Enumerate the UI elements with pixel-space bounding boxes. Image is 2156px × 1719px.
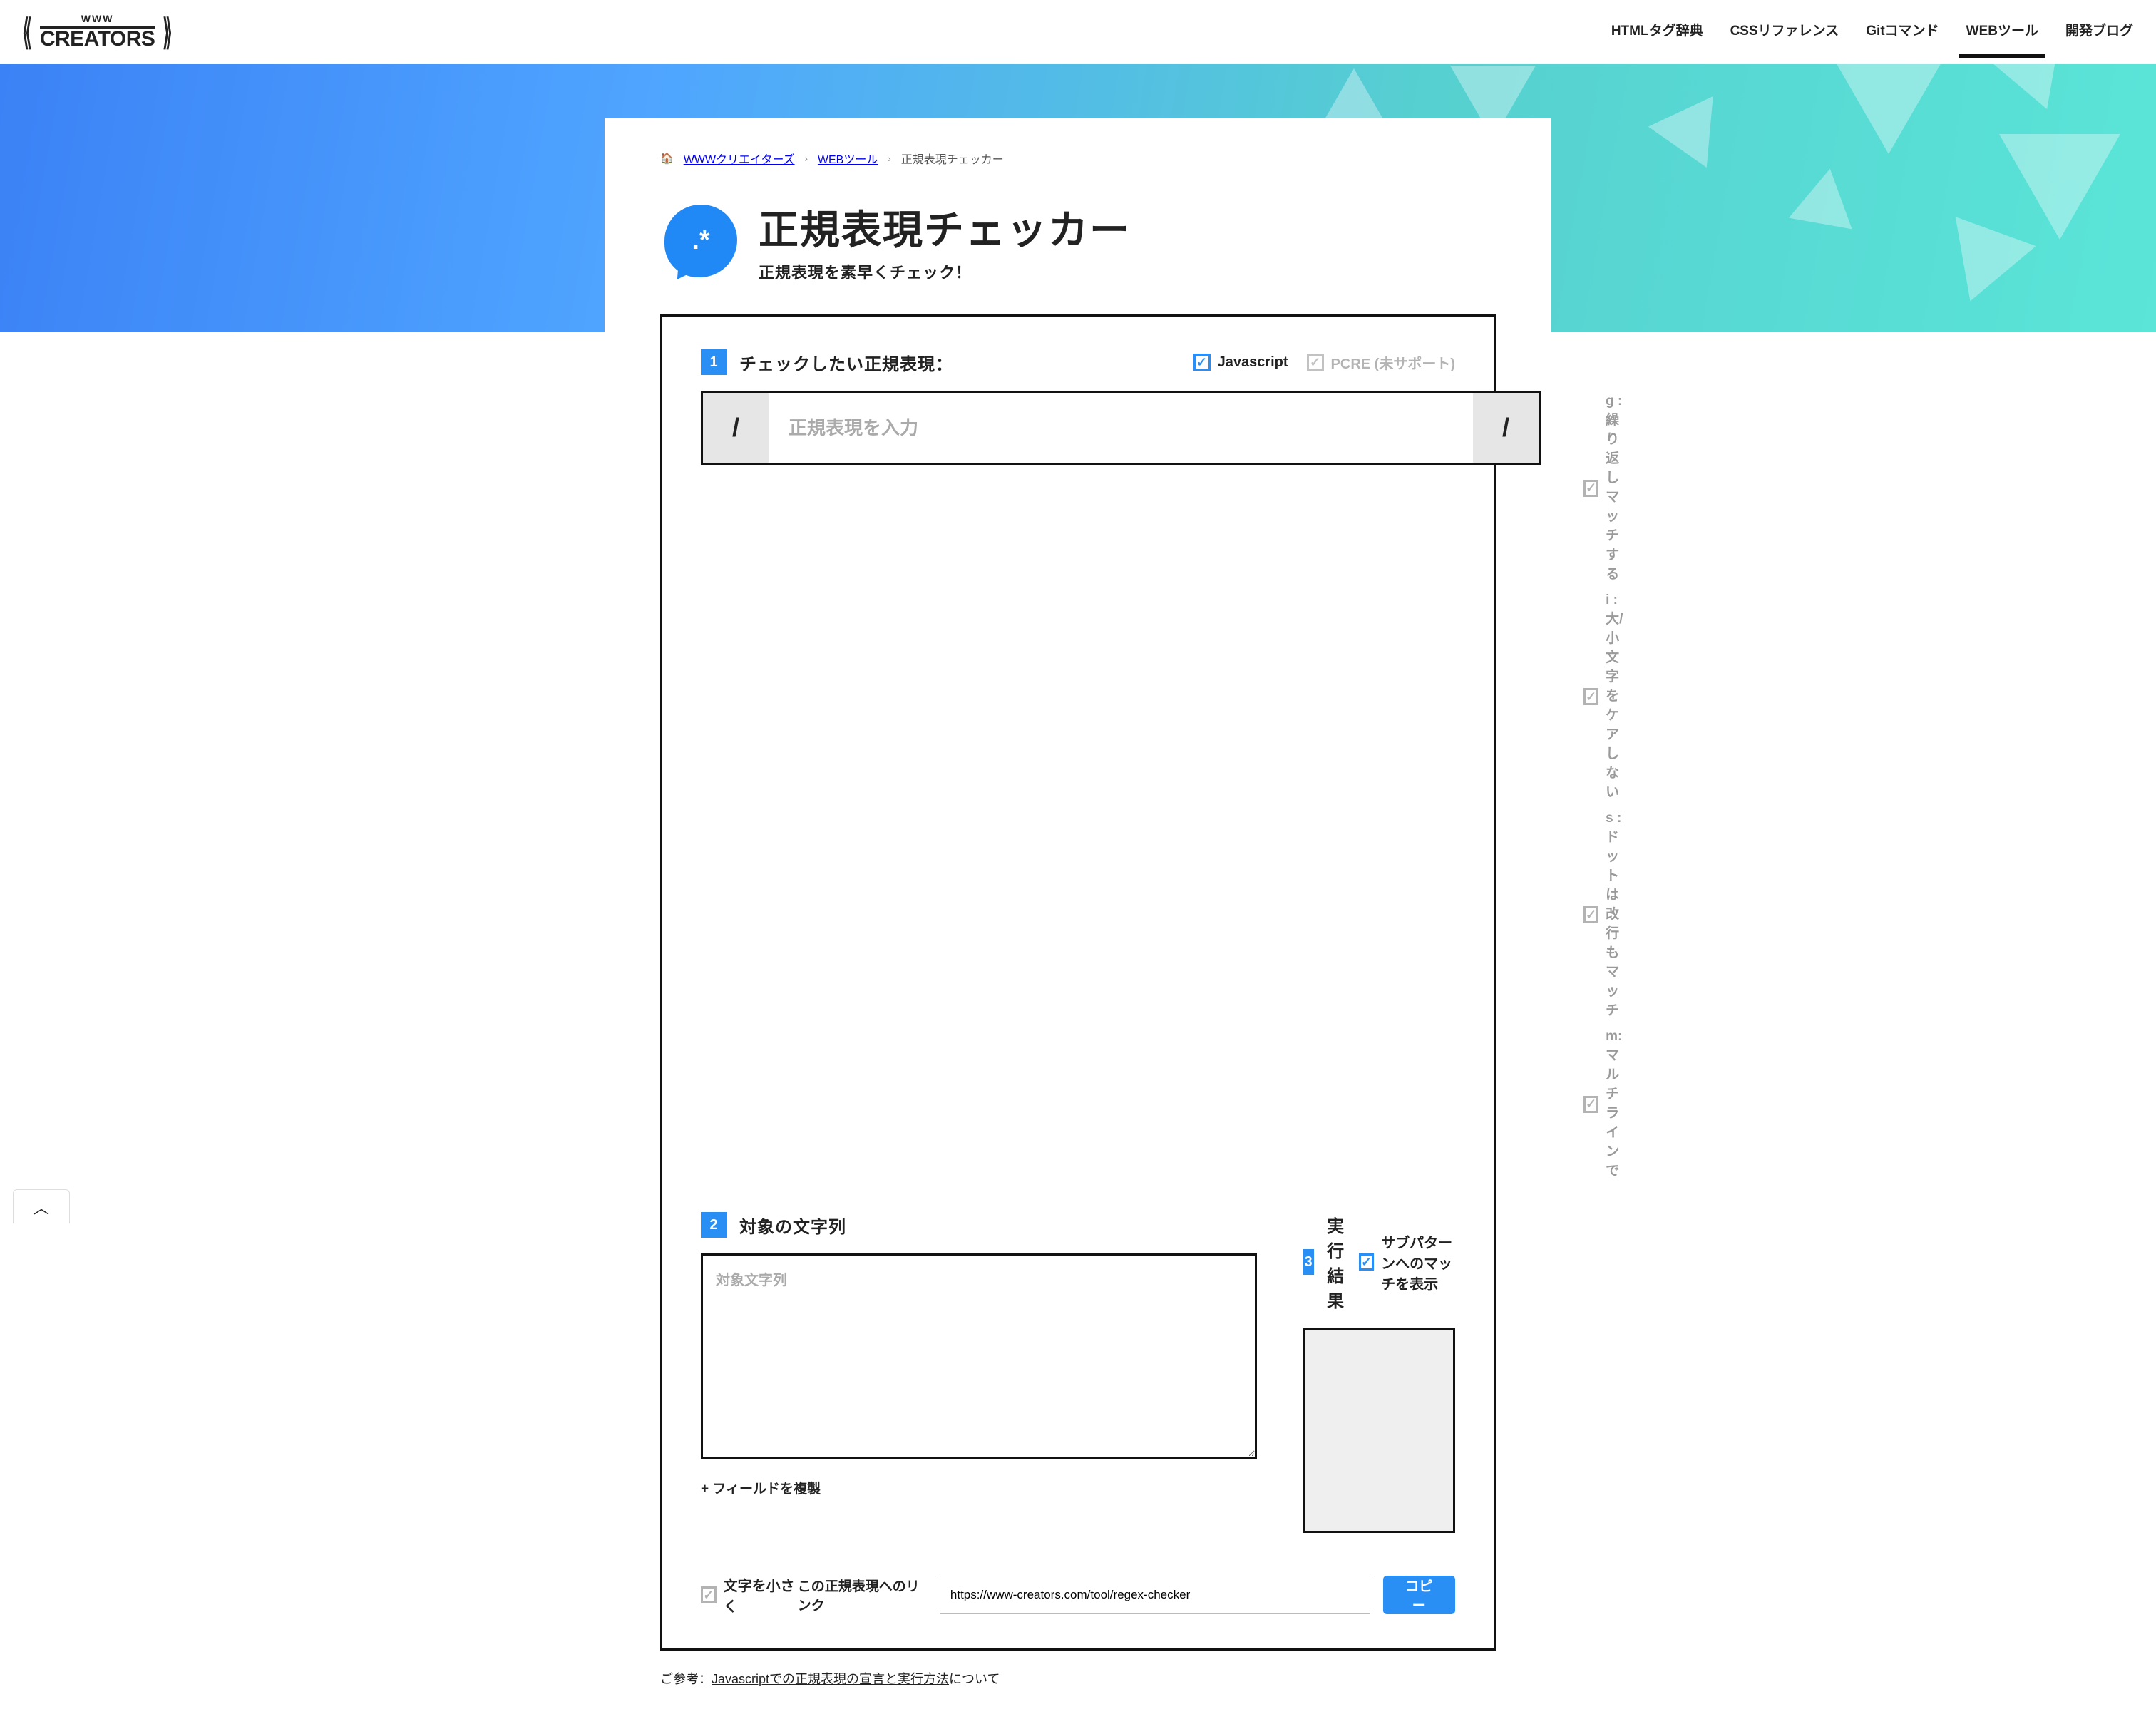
chevron-right-icon: › (888, 153, 890, 164)
checkbox-icon (1359, 1253, 1374, 1271)
scroll-to-top-button[interactable]: ︿ (13, 1189, 70, 1223)
slash-prefix: / (703, 393, 769, 463)
small-text-checkbox[interactable]: 文字を小さく (701, 1574, 798, 1616)
logo[interactable]: ⟪ WWW CREATORS ⟫ (17, 13, 178, 51)
engine-pcre-checkbox: PCRE (未サポート) (1307, 352, 1455, 373)
flags-group: g : 繰り返しマッチする i : 大/小文字をケアしない s : ドットは改行… (1583, 391, 1625, 1179)
checkbox-icon (1583, 688, 1598, 705)
step-badge-1: 1 (701, 349, 727, 375)
breadcrumb-current: 正規表現チェッカー (901, 150, 1004, 167)
regex-bubble-icon: .* (664, 205, 737, 277)
breadcrumb-webtools[interactable]: WEBツール (818, 150, 878, 167)
regex-input[interactable] (769, 393, 1473, 463)
chevron-up-icon: ︿ (34, 1196, 49, 1218)
slash-suffix: / (1473, 393, 1539, 463)
logo-main: CREATORS (40, 27, 155, 51)
engine-javascript-checkbox[interactable]: Javascript (1194, 354, 1288, 371)
logo-top: WWW (40, 13, 155, 29)
page-title: 正規表現チェッカー (759, 198, 1131, 256)
home-icon: 🏠 (660, 152, 674, 165)
breadcrumb: 🏠 WWWクリエイターズ › WEBツール › 正規表現チェッカー (660, 150, 1496, 167)
flag-m-checkbox[interactable]: m: マルチラインで (1583, 1029, 1625, 1179)
nav-git-commands[interactable]: Gitコマンド (1866, 20, 1939, 45)
chevron-right-icon: › (805, 153, 808, 164)
result-output (1303, 1328, 1455, 1533)
checkbox-icon (1583, 1096, 1598, 1113)
flag-s-checkbox[interactable]: s : ドットは改行もマッチ (1583, 811, 1625, 1019)
nav-css-reference[interactable]: CSSリファレンス (1730, 20, 1839, 45)
flag-g-checkbox[interactable]: g : 繰り返しマッチする (1583, 394, 1625, 583)
section-2-label: 対象の文字列 (739, 1213, 846, 1238)
reference-note: ご参考：Javascriptでの正規表現の宣言と実行方法について (660, 1669, 1496, 1688)
site-header: ⟪ WWW CREATORS ⟫ HTMLタグ辞典 CSSリファレンス Gitコ… (0, 0, 2156, 64)
permalink-label: この正規表現へのリンク (798, 1576, 927, 1614)
breadcrumb-home[interactable]: WWWクリエイターズ (684, 150, 795, 167)
result-column: 3 実行結果 サブパターンへのマッチを表示 (1303, 1212, 1455, 1533)
subpattern-checkbox[interactable]: サブパターンへのマッチを表示 (1359, 1231, 1455, 1293)
step-badge-3: 3 (1303, 1249, 1314, 1275)
target-string-input[interactable] (701, 1253, 1257, 1459)
regex-input-group: / / (701, 391, 1541, 465)
checkbox-icon (1307, 354, 1324, 371)
section-3-label: 実行結果 (1327, 1212, 1359, 1312)
duplicate-field-link[interactable]: + フィールドを複製 (701, 1478, 1257, 1497)
bracket-left-icon: ⟪ (22, 21, 32, 43)
nav-web-tools[interactable]: WEBツール (1966, 20, 2038, 45)
step-badge-2: 2 (701, 1212, 727, 1238)
target-string-column: 2 対象の文字列 + フィールドを複製 (701, 1212, 1257, 1533)
section-1-head: 1 チェックしたい正規表現： Javascript PCRE (未サポート) (701, 349, 1455, 375)
page-subtitle: 正規表現を素早くチェック！ (759, 260, 1131, 283)
reference-link[interactable]: Javascriptでの正規表現の宣言と実行方法 (712, 1672, 949, 1686)
bracket-right-icon: ⟫ (163, 21, 173, 43)
main-card: 🏠 WWWクリエイターズ › WEBツール › 正規表現チェッカー .* 正規表… (605, 118, 1551, 1719)
copy-button[interactable]: コピー (1383, 1576, 1455, 1614)
checkbox-icon (1583, 906, 1598, 923)
checkbox-icon (1194, 354, 1211, 371)
flag-i-checkbox[interactable]: i : 大/小文字をケアしない (1583, 592, 1625, 801)
checkbox-icon (701, 1586, 717, 1603)
permalink-input[interactable] (940, 1576, 1370, 1614)
section-1-label: チェックしたい正規表現： (739, 350, 953, 375)
nav-dev-blog[interactable]: 開発ブログ (2065, 20, 2133, 45)
checkbox-icon (1583, 480, 1598, 497)
regex-panel: 1 チェックしたい正規表現： Javascript PCRE (未サポート) (660, 314, 1496, 1651)
page-heading: .* 正規表現チェッカー 正規表現を素早くチェック！ (660, 198, 1496, 283)
nav-html-tags[interactable]: HTMLタグ辞典 (1611, 20, 1703, 45)
main-nav: HTMLタグ辞典 CSSリファレンス Gitコマンド WEBツール 開発ブログ (1611, 20, 2133, 45)
